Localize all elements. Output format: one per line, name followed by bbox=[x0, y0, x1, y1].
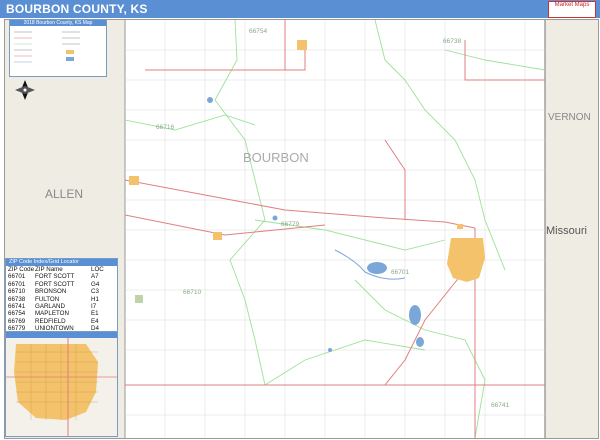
zip-label-66741: 66741 bbox=[491, 402, 510, 409]
header-bar: BOURBON COUNTY, KS Market Maps bbox=[0, 0, 600, 18]
zip-name-cell: FULTON bbox=[35, 295, 60, 303]
legend-symbols bbox=[14, 31, 80, 63]
table-row: 66741 GARLAND I7 bbox=[6, 303, 117, 310]
market-maps-logo[interactable]: Market Maps bbox=[548, 1, 596, 18]
zip-label-66738: 66738 bbox=[443, 38, 462, 45]
zip-name-cell: REDFIELD bbox=[35, 317, 66, 325]
table-row: 66701 FORT SCOTT A7 bbox=[6, 273, 117, 280]
zip-loc-cell: I7 bbox=[91, 302, 97, 310]
inset-map-svg bbox=[6, 338, 117, 436]
zip-name-cell: FORT SCOTT bbox=[35, 273, 75, 281]
zip-label-66779: 66779 bbox=[281, 221, 300, 228]
table-row: 66754 MAPLETON E1 bbox=[6, 310, 117, 317]
zip-loc-cell: E4 bbox=[91, 317, 99, 325]
neighbor-state-label: Missouri bbox=[546, 225, 587, 237]
zip-label-66754: 66754 bbox=[249, 28, 268, 35]
table-row: 66710 BRONSON C3 bbox=[6, 288, 117, 295]
zip-code-cell: 66710 bbox=[8, 288, 26, 296]
table-row: 66701 FORT SCOTT G4 bbox=[6, 281, 117, 288]
zip-loc-cell: H1 bbox=[91, 295, 99, 303]
zip-loc-cell: E1 bbox=[91, 310, 99, 318]
fort-scott-city bbox=[447, 238, 485, 282]
neighbor-county-west-label: ALLEN bbox=[45, 187, 84, 201]
zip-index-title: ZIP Code Index/Grid Locator bbox=[6, 259, 117, 266]
zip-name-cell: MAPLETON bbox=[35, 310, 69, 318]
zip-name-cell: BRONSON bbox=[35, 288, 67, 296]
logo-text: Market Maps bbox=[554, 2, 590, 8]
zip-code-cell: 66754 bbox=[8, 310, 26, 318]
table-row: 66738 FULTON H1 bbox=[6, 296, 117, 303]
zip-header-code: ZIP Code bbox=[8, 266, 35, 273]
county-interior bbox=[125, 20, 545, 438]
zip-code-cell: 66738 bbox=[8, 295, 26, 303]
neighbor-county-east-label: VERNON bbox=[548, 112, 591, 123]
zip-loc-cell: C3 bbox=[91, 288, 99, 296]
zip-code-cell: 66701 bbox=[8, 280, 26, 288]
inset-title-bar bbox=[6, 332, 117, 338]
zip-name-cell: GARLAND bbox=[35, 302, 65, 310]
zip-code-cell: 66769 bbox=[8, 317, 26, 325]
zip-name-cell: FORT SCOTT bbox=[35, 280, 75, 288]
zip-label-66716: 66716 bbox=[156, 124, 175, 131]
zip-index-header: ZIP Code ZIP Name LOC bbox=[6, 266, 117, 273]
county-name-label: BOURBON bbox=[243, 150, 309, 165]
city-inset-map[interactable] bbox=[5, 331, 118, 437]
zip-code-cell: 66741 bbox=[8, 302, 26, 310]
map-title: BOURBON COUNTY, KS bbox=[6, 2, 148, 16]
zip-label-66710: 66710 bbox=[183, 289, 202, 296]
zip-header-name: ZIP Name bbox=[35, 266, 63, 273]
zip-loc-cell: G4 bbox=[91, 280, 100, 288]
zip-code-cell: 66701 bbox=[8, 273, 26, 281]
zip-header-loc: LOC bbox=[91, 266, 104, 273]
zip-loc-cell: A7 bbox=[91, 273, 99, 281]
map-legend: 2018 Bourbon County, KS Map bbox=[9, 19, 107, 77]
zip-label-66701: 66701 bbox=[391, 269, 410, 276]
table-row: 66769 REDFIELD E4 bbox=[6, 318, 117, 325]
zip-code-index: ZIP Code Index/Grid Locator ZIP Code ZIP… bbox=[5, 258, 118, 332]
